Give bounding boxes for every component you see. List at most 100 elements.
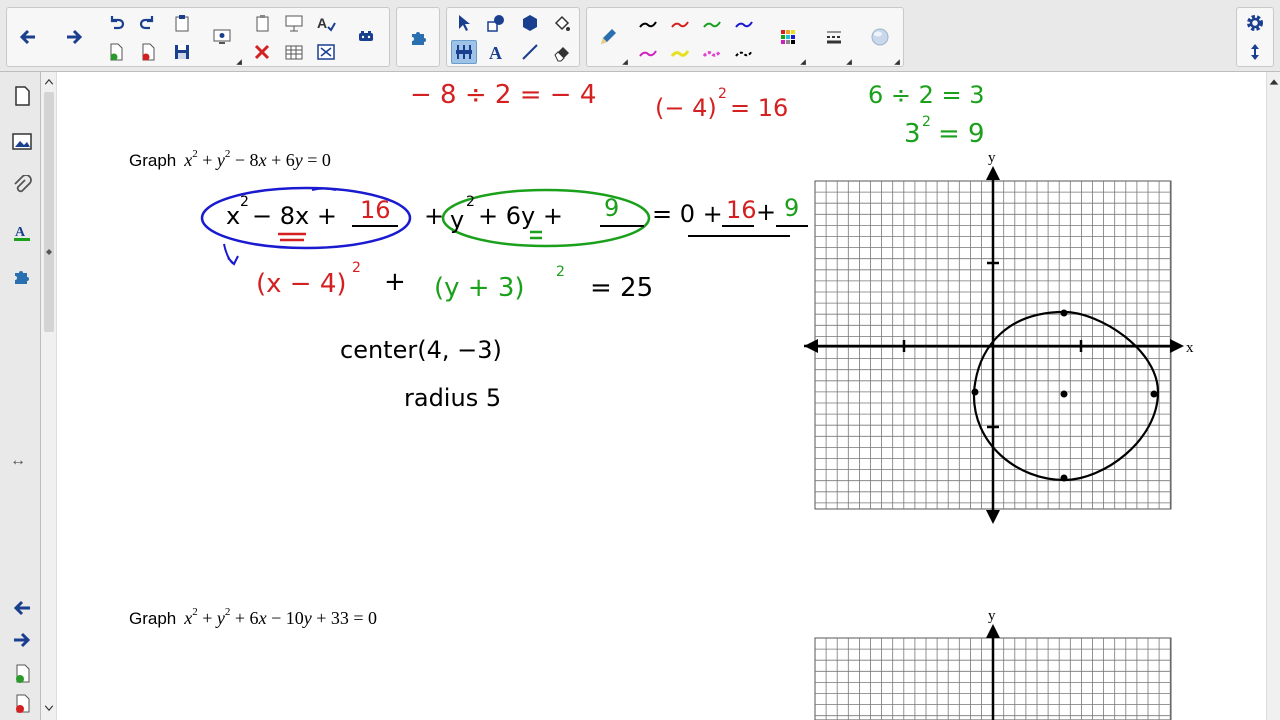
pen-preset-black[interactable] (635, 11, 661, 35)
polygon-tool-button[interactable] (517, 11, 543, 35)
insert-page-button[interactable] (103, 40, 129, 64)
copy-icon (256, 15, 269, 32)
save-button[interactable] (169, 40, 195, 64)
stroke-blue-icon (735, 21, 753, 28)
move-toolbar-button[interactable] (1242, 40, 1268, 64)
line-tool-button[interactable] (517, 40, 543, 64)
settings-button[interactable] (1242, 11, 1268, 35)
pen-preset-magenta[interactable] (635, 40, 661, 64)
eq-rhs: + 33 = 0 (311, 608, 378, 628)
problem-1-prompt: Graph x2 + y2 − 8x + 6y = 0 (129, 148, 331, 171)
shapes-icon (487, 15, 504, 32)
pen-preset-black-dashed[interactable] (731, 40, 757, 64)
stroke-black-icon (639, 21, 657, 28)
side-panel-scrollbar[interactable] (41, 72, 57, 720)
spell-check-button[interactable]: A (313, 11, 339, 35)
paste-button[interactable] (169, 11, 195, 35)
insert-table-button[interactable] (281, 40, 307, 64)
pen-preset-blue[interactable] (731, 11, 757, 35)
clear-page-button[interactable] (313, 40, 339, 64)
highlighter-yellow[interactable] (667, 40, 693, 64)
close-icon (254, 44, 270, 60)
sidebar-previous-page-button[interactable] (8, 594, 36, 622)
svg-text:A: A (489, 43, 502, 62)
eq-rhs: = 0 (302, 150, 331, 170)
arrow-right-icon (14, 632, 31, 648)
pen-tool-button[interactable] (595, 25, 621, 49)
eq-term: + 6 (234, 608, 259, 628)
collapse-diamond-icon[interactable] (43, 246, 55, 258)
sidebar-delete-page-button[interactable] (8, 690, 36, 718)
paint-bucket-icon (554, 15, 570, 31)
eq-var: y (303, 608, 312, 628)
eq-exp: 2 (192, 606, 198, 618)
delete-button[interactable] (249, 40, 275, 64)
undo-button[interactable] (103, 11, 129, 35)
transparency-menu-arrow[interactable] (894, 59, 900, 65)
eq-var: x (258, 150, 267, 170)
toolbar-group-file: A (6, 7, 390, 67)
pen-preset-red[interactable] (667, 11, 693, 35)
sidebar-add-page-button[interactable] (8, 660, 36, 688)
clipboard-copy-button[interactable] (249, 11, 275, 35)
add-page-icon (16, 664, 30, 683)
presentation-icon (285, 15, 303, 32)
measurement-tool-button[interactable] (451, 40, 477, 64)
properties-icon: A (14, 225, 30, 241)
side-panel-scroll-thumb[interactable] (44, 92, 54, 332)
measure-icon (456, 45, 472, 59)
delete-page-icon (142, 43, 155, 61)
highlighter-magenta[interactable] (699, 40, 725, 64)
properties-tab[interactable]: A (8, 218, 36, 246)
redo-button[interactable] (135, 11, 161, 35)
screen-shade-button[interactable] (209, 25, 235, 49)
canvas-scrollbar[interactable] (1266, 72, 1280, 720)
eq-exp: 2 (224, 606, 231, 618)
stroke-green-icon (703, 21, 721, 28)
line-style-menu-arrow[interactable] (846, 59, 852, 65)
attachments-tab[interactable] (8, 172, 36, 200)
page-sorter-tab[interactable] (8, 82, 36, 110)
select-tool-button[interactable] (451, 11, 477, 35)
eq-var: y (216, 150, 225, 170)
sidebar-next-page-button[interactable] (8, 626, 36, 654)
page-icon (15, 86, 30, 106)
addons-button[interactable] (405, 25, 431, 49)
fill-tool-button[interactable] (549, 11, 575, 35)
pen-menu-arrow[interactable] (622, 59, 628, 65)
delete-page-icon (16, 694, 30, 713)
response-button[interactable] (353, 25, 379, 49)
add-page-icon (110, 43, 123, 61)
text-tool-button[interactable]: A (483, 40, 509, 64)
eq-var: y (216, 608, 225, 628)
scroll-down-arrow-icon[interactable] (43, 702, 55, 714)
stroke-magenta-dashed-icon (702, 50, 722, 57)
next-page-button[interactable] (61, 25, 87, 49)
screen-menu-arrow[interactable] (236, 59, 242, 65)
color-menu-arrow[interactable] (800, 59, 806, 65)
display-button[interactable] (281, 11, 307, 35)
text-a-icon: A (489, 43, 502, 62)
previous-page-button[interactable] (15, 25, 41, 49)
gallery-tab[interactable] (8, 128, 36, 156)
redo-icon (139, 16, 154, 30)
delete-page-button[interactable] (135, 40, 161, 64)
puzzle-icon (412, 32, 426, 45)
shapes-tool-button[interactable] (483, 11, 509, 35)
addons-tab[interactable] (8, 262, 36, 290)
eq-op: + (202, 608, 217, 628)
monitor-icon (213, 29, 231, 44)
pen-preset-green[interactable] (699, 11, 725, 35)
line-style-button[interactable] (821, 25, 847, 49)
scroll-up-triangle-icon[interactable] (1268, 76, 1280, 88)
text-check-icon: A (317, 15, 336, 32)
eraser-tool-button[interactable] (549, 40, 575, 64)
color-palette-button[interactable] (775, 25, 801, 49)
response-icon (359, 31, 373, 41)
transparency-button[interactable] (867, 25, 893, 49)
eraser-icon (554, 47, 569, 62)
scroll-up-arrow-icon[interactable] (43, 76, 55, 88)
gear-icon (1247, 15, 1263, 31)
save-icon (175, 45, 189, 59)
resize-handle[interactable]: ↔ (10, 452, 26, 470)
